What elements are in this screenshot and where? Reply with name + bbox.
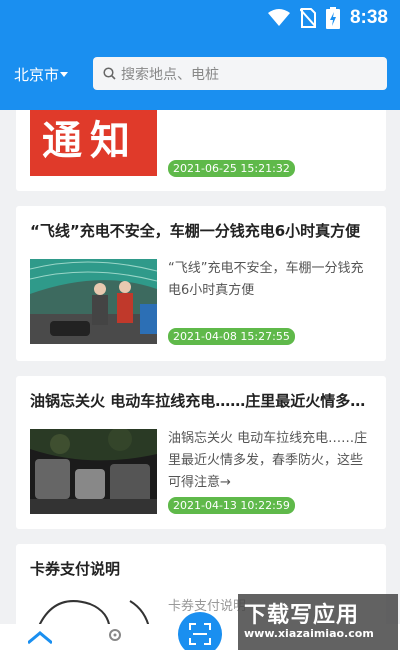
search-input[interactable]: 搜索地点、电桩 bbox=[93, 57, 387, 90]
notice-thumbnail bbox=[30, 259, 157, 344]
chevron-down-icon bbox=[60, 71, 69, 77]
notice-date: 2021-04-13 10:22:59 bbox=[168, 497, 295, 514]
notice-excerpt: “飞线”充电不安全，车棚一分钱充 电6小时真方便 bbox=[168, 258, 374, 302]
notice-card[interactable]: 通知 2021-06-25 15:21:32 bbox=[16, 110, 386, 191]
scan-button[interactable] bbox=[178, 612, 222, 650]
watermark-url: www.xiazaimiao.com bbox=[244, 627, 374, 640]
notice-excerpt-line: 里最近火情多发，春季防火，这些 bbox=[168, 453, 364, 468]
scan-icon bbox=[189, 623, 211, 645]
watermark-main-text: 下载写应用 bbox=[244, 603, 360, 628]
city-label: 北京市 bbox=[14, 65, 60, 84]
notice-title: 油锅忘关火 电动车拉线充电……庄里最近火情多… bbox=[30, 392, 366, 410]
notice-excerpt-line: 电6小时真方便 bbox=[168, 283, 255, 298]
notice-title: 卡券支付说明 bbox=[30, 560, 121, 578]
home-icon[interactable] bbox=[27, 630, 53, 649]
city-selector[interactable]: 北京市 bbox=[14, 64, 69, 85]
notice-date: 2021-04-08 15:27:55 bbox=[168, 328, 295, 345]
notice-card[interactable]: “飞线”充电不安全，车棚一分钱充电6小时真方便 “飞线”充电不安全，车棚一分钱充… bbox=[16, 206, 386, 361]
app-header-background: 8:38 北京市 搜索地点、电桩 bbox=[0, 0, 400, 110]
wifi-icon bbox=[267, 9, 290, 27]
notice-thumbnail: 通知 bbox=[30, 110, 157, 176]
status-time: 8:38 bbox=[349, 7, 388, 28]
notice-card[interactable]: 油锅忘关火 电动车拉线充电……庄里最近火情多… 油锅忘关火 电动车拉线充电……庄… bbox=[16, 376, 386, 529]
battery-charging-icon bbox=[325, 7, 340, 29]
no-sim-icon bbox=[299, 8, 316, 28]
search-placeholder: 搜索地点、电桩 bbox=[121, 66, 219, 83]
notice-excerpt-line: “飞线”充电不安全，车棚一分钱充 bbox=[168, 261, 364, 276]
user-icon[interactable] bbox=[106, 628, 124, 650]
top-header: 北京市 搜索地点、电桩 bbox=[0, 52, 400, 96]
status-bar: 8:38 bbox=[267, 6, 388, 30]
notice-excerpt: 油锅忘关火 电动车拉线充电……庄 里最近火情多发，春季防火，这些 可得注意→ bbox=[168, 428, 374, 494]
notice-title: “飞线”充电不安全，车棚一分钱充电6小时真方便 bbox=[30, 222, 361, 240]
notice-thumbnail-text: 通知 bbox=[42, 117, 138, 164]
search-icon bbox=[103, 67, 116, 80]
notice-date: 2021-06-25 15:21:32 bbox=[168, 160, 295, 177]
notice-excerpt-line: 油锅忘关火 电动车拉线充电……庄 bbox=[168, 431, 368, 446]
watermark: 下载写应用 www.xiazaimiao.com bbox=[238, 594, 398, 650]
notice-thumbnail bbox=[30, 429, 157, 514]
notice-list[interactable]: 通知 2021-06-25 15:21:32 “飞线”充电不安全，车棚一分钱充电… bbox=[0, 110, 400, 630]
notice-excerpt-line: 可得注意→ bbox=[168, 475, 231, 490]
